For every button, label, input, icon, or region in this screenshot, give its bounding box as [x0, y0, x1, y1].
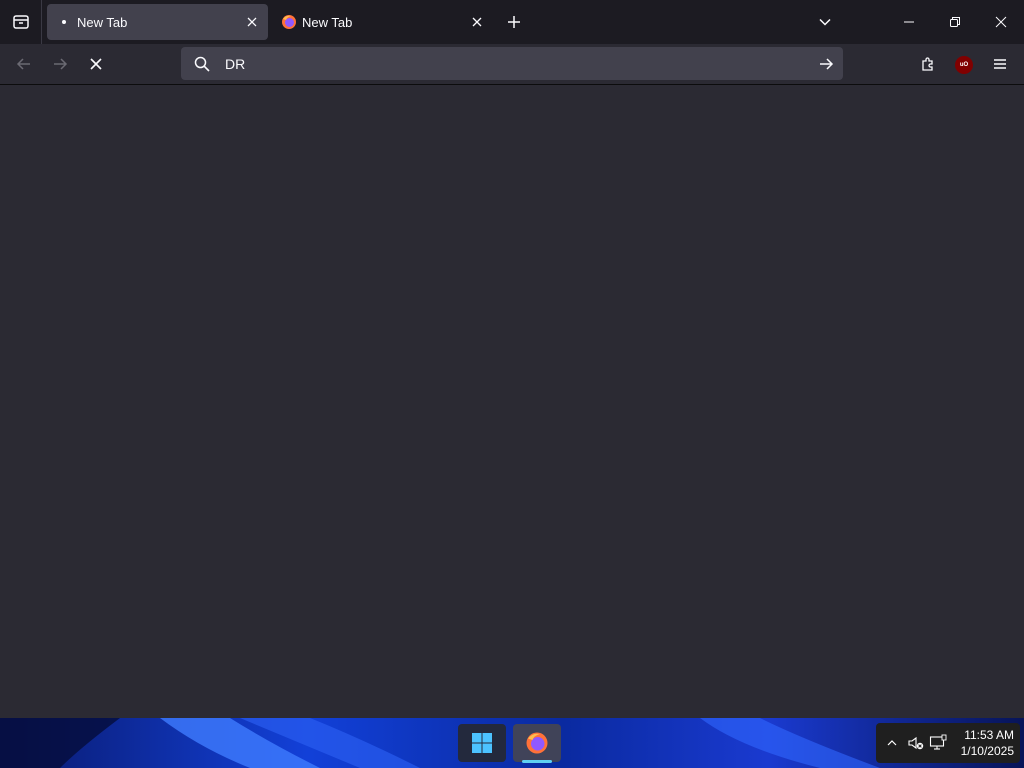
firefox-view-button[interactable]	[0, 0, 42, 44]
hamburger-icon	[994, 59, 1006, 69]
close-window-button[interactable]	[978, 0, 1024, 44]
active-app-indicator	[522, 760, 552, 763]
firefox-icon	[281, 14, 297, 30]
volume-muted-button[interactable]	[906, 733, 926, 753]
close-icon	[90, 58, 102, 70]
search-icon	[194, 56, 210, 72]
page-content	[0, 85, 1024, 718]
ublock-origin-badge[interactable]: uO	[955, 56, 973, 74]
restore-icon	[950, 17, 960, 27]
close-tab-icon[interactable]	[465, 10, 489, 34]
chevron-up-icon	[887, 740, 897, 746]
tab-title: New Tab	[77, 14, 128, 30]
tab-strip: New Tab New Tab	[0, 0, 1024, 44]
close-tab-icon[interactable]	[240, 10, 264, 34]
forward-button[interactable]	[45, 49, 75, 79]
windows-taskbar: 11:53 AM 1/10/2025	[0, 718, 1024, 768]
close-icon	[995, 16, 1007, 28]
network-button[interactable]	[928, 733, 948, 753]
arrow-right-icon	[820, 58, 834, 70]
stop-button[interactable]	[81, 49, 111, 79]
restore-button[interactable]	[932, 0, 978, 44]
clock-date: 1/10/2025	[960, 744, 1014, 758]
chevron-down-icon	[819, 18, 831, 26]
menu-button[interactable]	[985, 49, 1015, 79]
wallpaper-image	[0, 718, 1024, 768]
plus-icon	[508, 16, 520, 28]
arrow-right-icon	[54, 58, 68, 70]
ublock-label: uO	[959, 62, 969, 68]
minimize-icon	[904, 21, 914, 23]
clock[interactable]: 11:53 AM 1/10/2025	[952, 727, 1014, 759]
minimize-button[interactable]	[886, 0, 932, 44]
clock-time: 11:53 AM	[964, 728, 1014, 742]
new-tab-button[interactable]	[500, 8, 528, 36]
go-button[interactable]	[813, 51, 839, 77]
firefox-icon	[526, 732, 548, 754]
tab-new-tab-active[interactable]: New Tab	[47, 4, 268, 40]
taskbar-firefox-button[interactable]	[513, 724, 561, 762]
tab-new-tab[interactable]: New Tab	[272, 4, 493, 40]
arrow-left-icon	[16, 58, 30, 70]
firefox-view-icon	[12, 15, 29, 29]
list-all-tabs-button[interactable]	[811, 8, 839, 36]
start-icon	[472, 733, 492, 753]
dot-icon	[56, 14, 72, 30]
show-hidden-icons-button[interactable]	[882, 733, 902, 753]
tab-title: New Tab	[302, 14, 353, 30]
speaker-muted-icon	[908, 736, 924, 750]
system-tray: 11:53 AM 1/10/2025	[876, 723, 1020, 763]
start-button[interactable]	[458, 724, 506, 762]
extensions-button[interactable]	[913, 49, 943, 79]
url-bar[interactable]	[181, 47, 843, 80]
back-button[interactable]	[9, 49, 39, 79]
puzzle-icon	[922, 57, 933, 71]
network-monitor-icon	[929, 734, 947, 750]
url-input[interactable]	[225, 47, 785, 80]
navigation-toolbar: uO	[0, 44, 1024, 85]
